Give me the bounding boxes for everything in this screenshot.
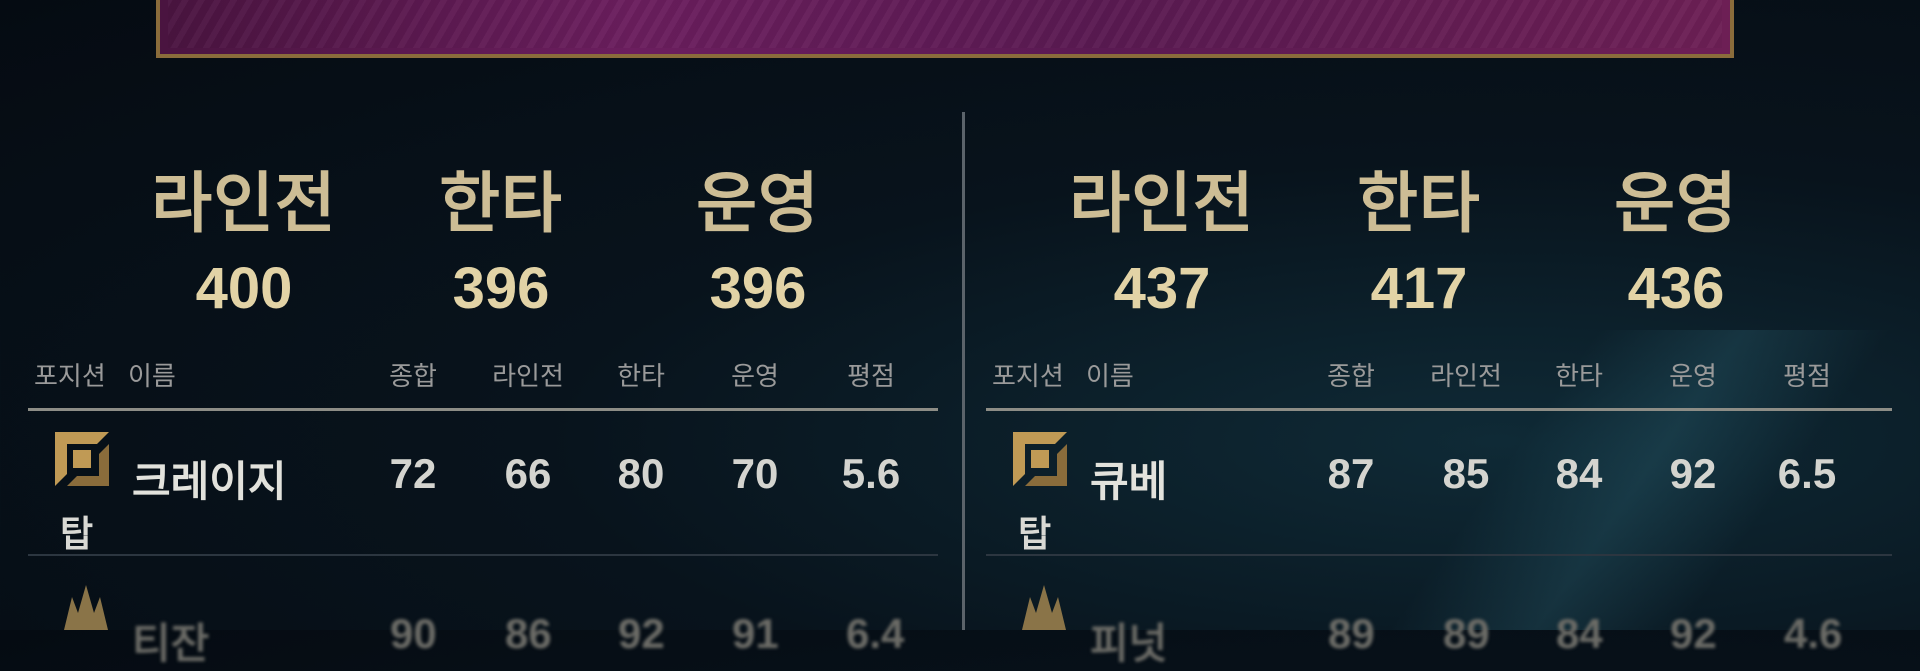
summary-label-teamfight: 한타 — [439, 166, 563, 240]
header-divider — [28, 408, 938, 411]
header-teamfight: 한타 — [1555, 361, 1603, 391]
header-macro: 운영 — [731, 361, 779, 391]
summary-value-teamfight: 417 — [1370, 256, 1468, 321]
summary-label-teamfight: 한타 — [1357, 166, 1481, 240]
summary-value-laning: 437 — [1113, 256, 1211, 321]
summary-label-laning: 라인전 — [1069, 166, 1255, 240]
jungle-lane-icon — [64, 585, 108, 630]
summary-value-macro: 436 — [1627, 256, 1725, 321]
player-name: 크레이지 — [132, 458, 287, 505]
stat-macro: 70 — [731, 450, 779, 497]
stat-laning: 86 — [505, 610, 552, 657]
stat-laning: 85 — [1442, 450, 1490, 497]
top-lane-icon — [55, 432, 109, 486]
header-name: 이름 — [1086, 361, 1134, 391]
stat-overall: 72 — [389, 450, 437, 497]
summary-label-macro: 운영 — [696, 166, 820, 240]
header-position: 포지션 — [34, 361, 106, 391]
header-overall: 종합 — [389, 361, 437, 391]
right-team-panel: 라인전 한타 운영 437 417 436 포지션 이름 종합 라인전 한타 운… — [986, 0, 1906, 667]
player-name: 피넛 — [1090, 620, 1168, 667]
row-divider — [986, 554, 1892, 556]
summary-label-laning: 라인전 — [151, 166, 337, 240]
row-divider — [28, 554, 938, 556]
header-rating: 평점 — [847, 361, 895, 391]
stat-teamfight: 92 — [618, 610, 665, 657]
position-label: 탑 — [60, 513, 94, 554]
stat-overall: 89 — [1328, 610, 1375, 657]
header-teamfight: 한타 — [617, 361, 665, 391]
header-rating: 평점 — [1783, 361, 1831, 391]
left-team-panel: 라인전 한타 운영 400 396 396 포지션 이름 종합 라인전 한타 운… — [28, 0, 948, 667]
header-position: 포지션 — [992, 361, 1064, 391]
stat-rating: 6.5 — [1777, 450, 1837, 497]
stat-overall: 87 — [1327, 450, 1375, 497]
stat-rating: 6.4 — [846, 610, 905, 657]
header-macro: 운영 — [1669, 361, 1717, 391]
stat-laning: 66 — [504, 450, 552, 497]
position-label: 탑 — [1018, 513, 1052, 554]
player-name: 티잔 — [132, 620, 210, 667]
header-laning: 라인전 — [492, 361, 564, 391]
header-name: 이름 — [128, 361, 176, 391]
stat-overall: 90 — [390, 610, 437, 657]
stat-rating: 5.6 — [841, 450, 901, 497]
stat-teamfight: 80 — [617, 450, 665, 497]
stat-teamfight: 84 — [1556, 610, 1603, 657]
top-lane-icon — [1013, 432, 1067, 486]
team-divider — [962, 112, 965, 630]
player-name: 큐베 — [1090, 458, 1168, 505]
stat-macro: 91 — [732, 610, 779, 657]
jungle-lane-icon — [1022, 585, 1066, 630]
header-divider — [986, 408, 1892, 411]
summary-value-macro: 396 — [709, 256, 807, 321]
stat-macro: 92 — [1669, 450, 1717, 497]
summary-value-laning: 400 — [195, 256, 293, 321]
summary-label-macro: 운영 — [1614, 166, 1738, 240]
stat-macro: 92 — [1670, 610, 1717, 657]
stat-laning: 89 — [1443, 610, 1490, 657]
stat-rating: 4.6 — [1784, 610, 1843, 657]
stat-teamfight: 84 — [1555, 450, 1603, 497]
header-overall: 종합 — [1327, 361, 1375, 391]
header-laning: 라인전 — [1430, 361, 1502, 391]
summary-value-teamfight: 396 — [452, 256, 550, 321]
